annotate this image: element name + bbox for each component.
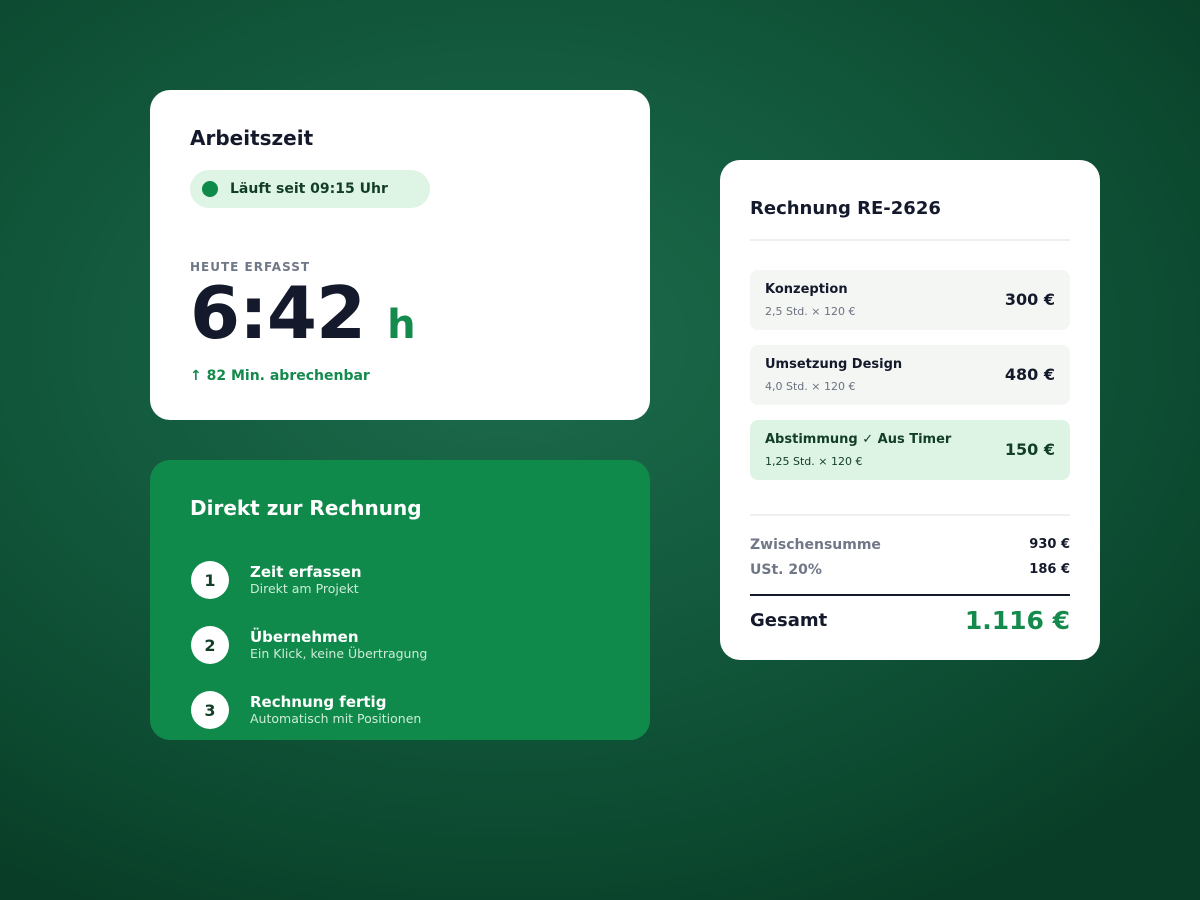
- vat-row: USt. 20% 186 €: [750, 562, 1070, 578]
- line-item-detail: 4,0 Std. × 120 €: [765, 380, 856, 393]
- invoice-card: Rechnung RE-2626 Konzeption 2,5 Std. × 1…: [720, 160, 1100, 660]
- invoice-line-item-timer[interactable]: Abstimmung ✓ Aus Timer 1,25 Std. × 120 €…: [750, 420, 1070, 480]
- invoice-line-item[interactable]: Umsetzung Design 4,0 Std. × 120 € 480 €: [750, 345, 1070, 405]
- vat-value: 186 €: [1029, 562, 1070, 577]
- step-subtitle: Direkt am Projekt: [250, 581, 359, 596]
- line-item-name: Umsetzung Design: [765, 357, 903, 372]
- divider: [750, 514, 1070, 516]
- subtotal-value: 930 €: [1029, 537, 1070, 552]
- subtotal-label: Zwischensumme: [750, 537, 881, 553]
- step-title: Zeit erfassen: [250, 563, 362, 581]
- subtotal-row: Zwischensumme 930 €: [750, 537, 1070, 553]
- step-title: Rechnung fertig: [250, 693, 387, 711]
- step-number: 2: [191, 626, 229, 664]
- total-row: Gesamt 1.116 €: [750, 606, 1070, 635]
- step-subtitle: Ein Klick, keine Übertragung: [250, 646, 428, 661]
- step-item: 1 Zeit erfassen Direkt am Projekt: [190, 561, 362, 599]
- timer-status-text: Läuft seit 09:15 Uhr: [230, 181, 388, 197]
- running-indicator-icon: [202, 181, 218, 197]
- line-item-name: Konzeption: [765, 282, 848, 297]
- step-subtitle: Automatisch mit Positionen: [250, 711, 422, 726]
- invoice-line-item[interactable]: Konzeption 2,5 Std. × 120 € 300 €: [750, 270, 1070, 330]
- step-item: 3 Rechnung fertig Automatisch mit Positi…: [190, 691, 421, 729]
- line-item-amount: 480 €: [1004, 365, 1055, 384]
- step-number: 1: [191, 561, 229, 599]
- steps-card-title: Direkt zur Rechnung: [190, 496, 422, 520]
- line-item-amount: 300 €: [1004, 290, 1055, 309]
- hours-unit: h: [387, 302, 416, 348]
- total-value: 1.116 €: [964, 606, 1070, 635]
- time-tracking-card: Arbeitszeit Läuft seit 09:15 Uhr HEUTE E…: [150, 90, 650, 420]
- hours-display: 6:42 h: [190, 271, 610, 360]
- line-item-detail: 2,5 Std. × 120 €: [765, 305, 856, 318]
- line-item-amount: 150 €: [1004, 440, 1055, 459]
- hours-value: 6:42: [190, 271, 366, 355]
- steps-card: Direkt zur Rechnung 1 Zeit erfassen Dire…: [150, 460, 650, 740]
- step-item: 2 Übernehmen Ein Klick, keine Übertragun…: [190, 626, 427, 664]
- step-title: Übernehmen: [250, 628, 359, 646]
- invoice-title: Rechnung RE-2626: [750, 198, 941, 219]
- step-number: 3: [191, 691, 229, 729]
- line-item-name: Abstimmung ✓ Aus Timer: [765, 432, 952, 447]
- divider: [750, 239, 1070, 241]
- billable-minutes: ↑ 82 Min. abrechenbar: [190, 368, 370, 384]
- timer-status-badge[interactable]: Läuft seit 09:15 Uhr: [190, 170, 430, 208]
- total-label: Gesamt: [750, 610, 828, 631]
- time-card-title: Arbeitszeit: [190, 126, 314, 150]
- vat-label: USt. 20%: [750, 562, 822, 578]
- total-divider: [750, 594, 1070, 596]
- line-item-detail: 1,25 Std. × 120 €: [765, 455, 863, 468]
